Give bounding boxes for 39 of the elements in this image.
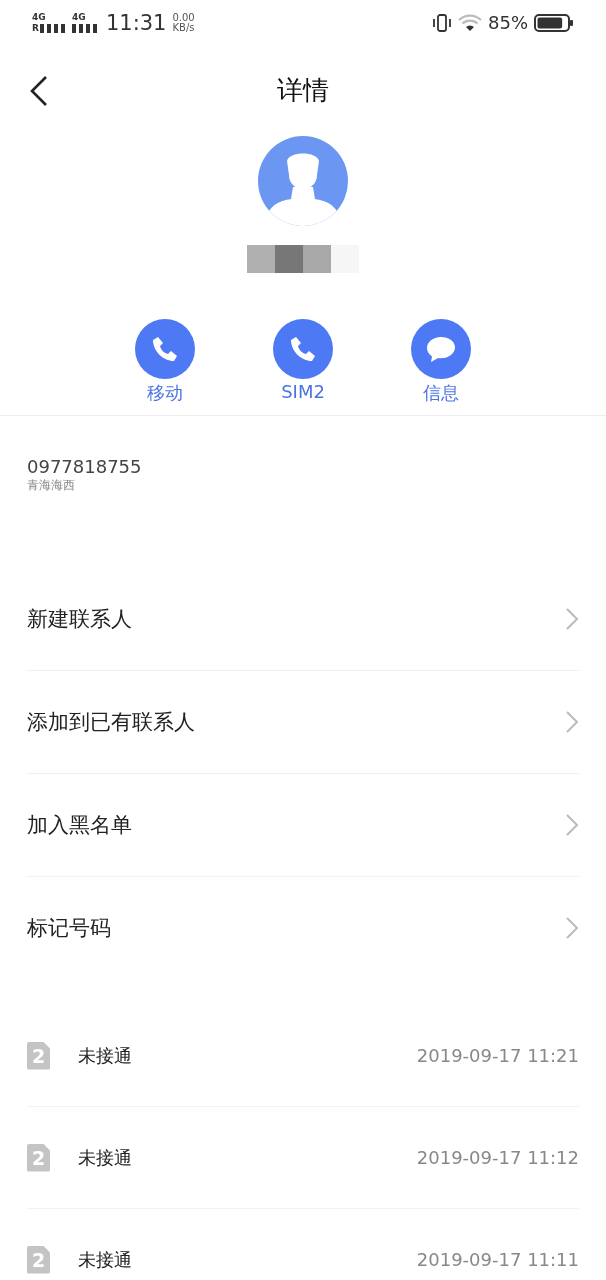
network-label: 4G xyxy=(71,12,87,22)
sim-badge: 2 xyxy=(27,1041,50,1070)
menu-item[interactable]: 添加到已有联系人 xyxy=(27,671,579,774)
call-status: 未接通 xyxy=(78,1043,133,1068)
roaming-label: R xyxy=(32,23,39,33)
avatar-icon xyxy=(257,135,349,227)
chevron-right-icon xyxy=(565,916,579,940)
wifi-icon xyxy=(458,13,482,32)
call-time: 2019-09-17 11:21 xyxy=(416,1045,579,1066)
message-button[interactable]: 信息 xyxy=(401,319,481,415)
menu-item[interactable]: 新建联系人 xyxy=(27,568,579,671)
battery-icon xyxy=(534,13,574,32)
sim-badge: 2 xyxy=(27,1245,50,1274)
phone-number: 0977818755 xyxy=(27,456,143,477)
menu-item[interactable]: 标记号码 xyxy=(27,877,579,979)
call-status: 未接通 xyxy=(78,1247,133,1272)
menu-item[interactable]: 加入黑名单 xyxy=(27,774,579,877)
phone-icon xyxy=(151,335,179,363)
call-button[interactable]: SIM2 xyxy=(263,319,343,415)
signal-icon xyxy=(39,22,66,33)
call-time: 2019-09-17 11:11 xyxy=(416,1249,579,1270)
chevron-right-icon xyxy=(565,813,579,837)
chat-bubble-icon xyxy=(425,334,457,364)
network-label: 4G xyxy=(32,12,47,22)
call-button[interactable]: 移动 xyxy=(125,319,205,415)
vibrate-icon xyxy=(432,12,452,33)
number-location: 青海海西 xyxy=(27,477,76,494)
page-title: 详情 xyxy=(277,73,329,107)
chevron-right-icon xyxy=(565,607,579,631)
call-time: 2019-09-17 11:12 xyxy=(416,1147,579,1168)
signal-icon xyxy=(71,22,98,33)
sim-badge: 2 xyxy=(27,1143,50,1172)
phone-icon xyxy=(289,335,317,363)
battery-percent: 85% xyxy=(488,12,528,33)
clock: 11:31 xyxy=(105,10,167,35)
chevron-right-icon xyxy=(565,710,579,734)
speed-value: 0.00 xyxy=(172,12,195,23)
call-status: 未接通 xyxy=(78,1145,133,1170)
speed-unit: KB/s xyxy=(172,22,195,33)
